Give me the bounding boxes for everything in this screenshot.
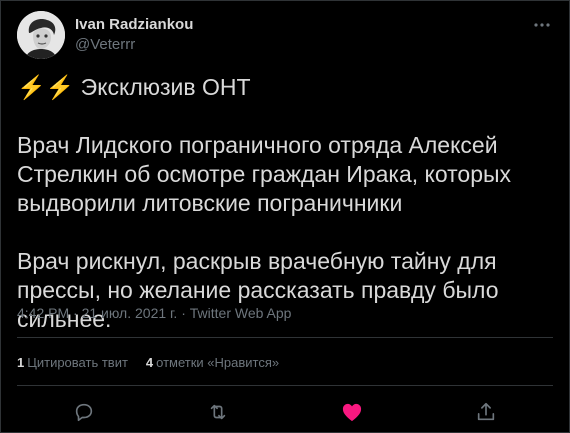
tweet-card: Ivan Radziankou @Veterrr ⚡⚡ Эксклюзив ОН… xyxy=(0,0,570,433)
tweet-meta[interactable]: 4:42 PM · 21 июл. 2021 г. · Twitter Web … xyxy=(17,303,291,323)
quotes-label: Цитировать твит xyxy=(27,355,128,370)
tweet-headline: ⚡⚡ Эксклюзив ОНТ xyxy=(17,73,557,102)
user-handle[interactable]: @Veterrr xyxy=(75,35,193,55)
quotes-stat[interactable]: 1 Цитировать твит xyxy=(17,355,128,370)
tweet-header: Ivan Radziankou @Veterrr xyxy=(17,11,193,59)
reply-icon xyxy=(75,403,93,422)
tweet-stats: 1 Цитировать твит 4 отметки «Нравится» xyxy=(17,355,279,370)
more-icon xyxy=(534,23,550,27)
retweet-button[interactable] xyxy=(205,400,231,424)
heart-icon xyxy=(342,403,362,422)
lightning-icon: ⚡⚡ xyxy=(17,74,75,100)
more-button[interactable] xyxy=(531,15,553,35)
headline-text: Эксклюзив ОНТ xyxy=(80,74,251,100)
likes-stat[interactable]: 4 отметки «Нравится» xyxy=(146,355,279,370)
share-icon xyxy=(477,402,495,421)
user-names: Ivan Radziankou @Veterrr xyxy=(75,15,193,55)
avatar-image xyxy=(17,11,65,59)
divider xyxy=(17,385,553,386)
retweet-icon xyxy=(210,404,226,420)
likes-label: отметки «Нравится» xyxy=(156,355,280,370)
quotes-count: 1 xyxy=(17,355,25,370)
reply-button[interactable] xyxy=(71,400,97,424)
like-button[interactable] xyxy=(339,400,365,424)
tweet-actions xyxy=(17,399,553,425)
divider xyxy=(17,337,553,338)
likes-count: 4 xyxy=(145,355,154,370)
tweet-paragraph-1: Врач Лидского пограничного отряда Алексе… xyxy=(17,132,512,216)
avatar[interactable] xyxy=(17,11,65,59)
share-button[interactable] xyxy=(473,400,499,424)
display-name[interactable]: Ivan Radziankou xyxy=(75,15,193,35)
tweet-text: ⚡⚡ Эксклюзив ОНТ Врач Лидского пограничн… xyxy=(17,73,557,334)
